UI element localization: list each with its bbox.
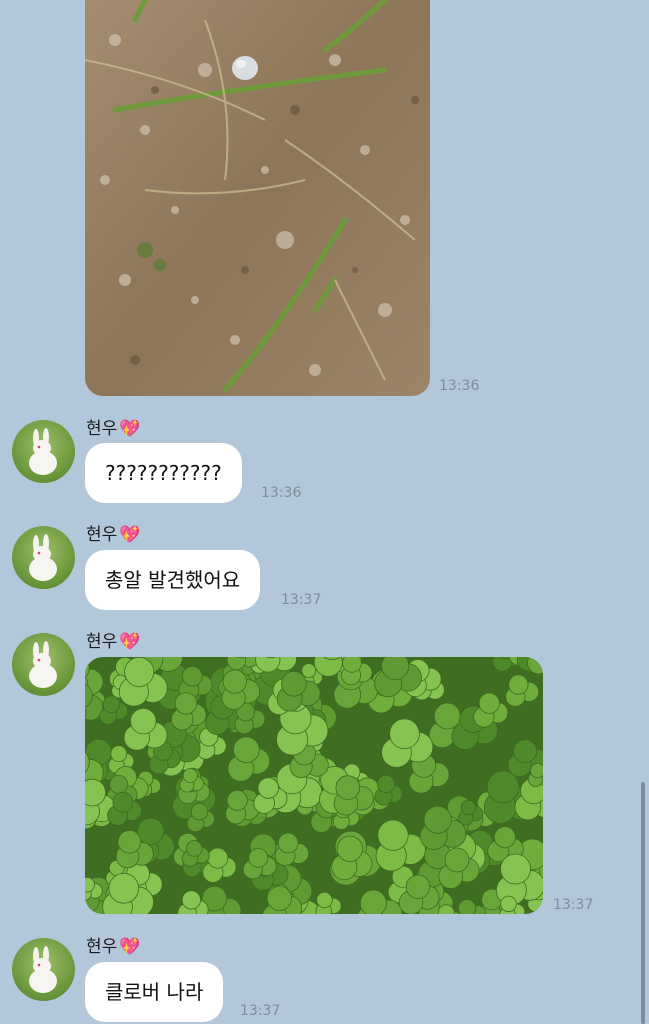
rabbit-icon (29, 534, 57, 581)
sender-name: 현우 💖 (86, 414, 140, 439)
avatar[interactable] (12, 938, 75, 1001)
sender-name-text: 현우 (86, 632, 118, 652)
timestamp: 13:37 (281, 592, 322, 608)
message-bubble[interactable]: ??????????? (85, 443, 242, 503)
sender-name-text: 현우 (86, 419, 118, 439)
message-bubble[interactable]: 총알 발견했어요 (85, 550, 261, 610)
sparkling-heart-icon: 💖 (119, 632, 141, 652)
sender-name-text: 현우 (86, 937, 118, 957)
sender-name-text: 현우 (86, 525, 118, 545)
sparkling-heart-icon: 💖 (119, 525, 141, 545)
sparkling-heart-icon: 💖 (119, 419, 141, 439)
rabbit-icon (29, 946, 57, 993)
avatar[interactable] (12, 633, 75, 696)
sender-name: 현우 💖 (86, 520, 140, 545)
avatar[interactable] (12, 526, 75, 589)
sender-name: 현우 💖 (86, 627, 140, 652)
dirt-photo[interactable] (85, 0, 430, 396)
sparkling-heart-icon: 💖 (119, 937, 141, 957)
timestamp: 13:36 (261, 485, 302, 501)
timestamp: 13:36 (439, 378, 480, 394)
clover-photo-image (85, 657, 543, 914)
rabbit-icon (29, 641, 57, 688)
sender-name: 현우 💖 (86, 932, 140, 957)
clover-photo[interactable] (85, 657, 543, 914)
dirt-photo-image (85, 0, 430, 396)
avatar[interactable] (12, 420, 75, 483)
timestamp: 13:37 (240, 1003, 281, 1019)
rabbit-icon (29, 428, 57, 475)
scrollbar[interactable] (641, 782, 645, 1024)
timestamp: 13:37 (553, 897, 594, 913)
message-bubble[interactable]: 클로버 나라 (85, 962, 224, 1022)
